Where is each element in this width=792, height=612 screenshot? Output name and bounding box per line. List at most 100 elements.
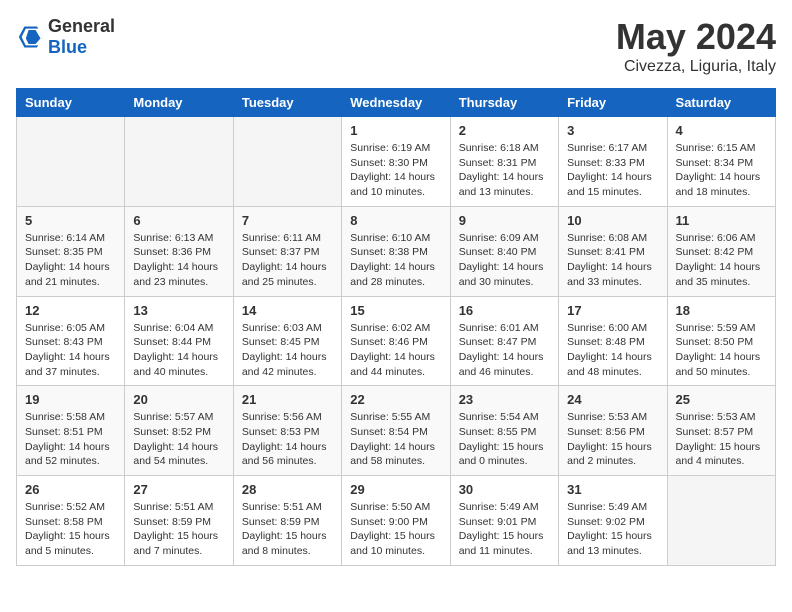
day-info: Sunrise: 6:03 AMSunset: 8:45 PMDaylight:… xyxy=(242,321,333,380)
day-info: Sunrise: 5:54 AMSunset: 8:55 PMDaylight:… xyxy=(459,410,550,469)
day-info: Sunrise: 6:06 AMSunset: 8:42 PMDaylight:… xyxy=(676,231,767,290)
day-info: Sunrise: 5:53 AMSunset: 8:57 PMDaylight:… xyxy=(676,410,767,469)
day-info: Sunrise: 5:50 AMSunset: 9:00 PMDaylight:… xyxy=(350,500,441,559)
calendar-cell: 31 Sunrise: 5:49 AMSunset: 9:02 PMDayligh… xyxy=(559,476,667,566)
day-info: Sunrise: 6:17 AMSunset: 8:33 PMDaylight:… xyxy=(567,141,658,200)
day-info: Sunrise: 5:51 AMSunset: 8:59 PMDaylight:… xyxy=(242,500,333,559)
calendar-cell: 3 Sunrise: 6:17 AMSunset: 8:33 PMDaylight… xyxy=(559,117,667,207)
day-number: 31 xyxy=(567,482,658,497)
day-number: 11 xyxy=(676,213,767,228)
page-header: General Blue May 2024 Civezza, Liguria, … xyxy=(16,16,776,76)
day-info: Sunrise: 6:18 AMSunset: 8:31 PMDaylight:… xyxy=(459,141,550,200)
calendar-cell: 30 Sunrise: 5:49 AMSunset: 9:01 PMDayligh… xyxy=(450,476,558,566)
day-number: 28 xyxy=(242,482,333,497)
calendar-cell: 4 Sunrise: 6:15 AMSunset: 8:34 PMDaylight… xyxy=(667,117,775,207)
day-number: 14 xyxy=(242,303,333,318)
calendar-cell: 25 Sunrise: 5:53 AMSunset: 8:57 PMDayligh… xyxy=(667,386,775,476)
calendar-cell: 14 Sunrise: 6:03 AMSunset: 8:45 PMDayligh… xyxy=(233,296,341,386)
day-number: 23 xyxy=(459,392,550,407)
calendar-cell: 20 Sunrise: 5:57 AMSunset: 8:52 PMDayligh… xyxy=(125,386,233,476)
calendar-cell: 13Sunrise: 6:04 AMSunset: 8:44 PMDayligh… xyxy=(125,296,233,386)
calendar-cell: 10Sunrise: 6:08 AMSunset: 8:41 PMDayligh… xyxy=(559,206,667,296)
day-info: Sunrise: 6:02 AMSunset: 8:46 PMDaylight:… xyxy=(350,321,441,380)
calendar-week-row: 1Sunrise: 6:19 AMSunset: 8:30 PMDaylight… xyxy=(17,117,776,207)
calendar-cell: 19Sunrise: 5:58 AMSunset: 8:51 PMDayligh… xyxy=(17,386,125,476)
calendar-cell: 2 Sunrise: 6:18 AMSunset: 8:31 PMDaylight… xyxy=(450,117,558,207)
day-number: 15 xyxy=(350,303,441,318)
calendar-cell: 9Sunrise: 6:09 AMSunset: 8:40 PMDaylight… xyxy=(450,206,558,296)
calendar-cell xyxy=(17,117,125,207)
calendar-cell: 26Sunrise: 5:52 AMSunset: 8:58 PMDayligh… xyxy=(17,476,125,566)
logo: General Blue xyxy=(16,16,115,58)
day-info: Sunrise: 5:51 AMSunset: 8:59 PMDaylight:… xyxy=(133,500,224,559)
day-info: Sunrise: 5:56 AMSunset: 8:53 PMDaylight:… xyxy=(242,410,333,469)
day-info: Sunrise: 6:04 AMSunset: 8:44 PMDaylight:… xyxy=(133,321,224,380)
day-number: 3 xyxy=(567,123,658,138)
calendar-cell: 16Sunrise: 6:01 AMSunset: 8:47 PMDayligh… xyxy=(450,296,558,386)
day-info: Sunrise: 5:59 AMSunset: 8:50 PMDaylight:… xyxy=(676,321,767,380)
day-number: 30 xyxy=(459,482,550,497)
logo-blue-text: Blue xyxy=(48,37,87,57)
calendar-cell: 17 Sunrise: 6:00 AMSunset: 8:48 PMDayligh… xyxy=(559,296,667,386)
calendar-cell: 5Sunrise: 6:14 AMSunset: 8:35 PMDaylight… xyxy=(17,206,125,296)
generalblue-logo-icon xyxy=(16,23,44,51)
calendar-week-row: 12Sunrise: 6:05 AMSunset: 8:43 PMDayligh… xyxy=(17,296,776,386)
day-info: Sunrise: 6:13 AMSunset: 8:36 PMDaylight:… xyxy=(133,231,224,290)
day-number: 29 xyxy=(350,482,441,497)
weekday-header-tuesday: Tuesday xyxy=(233,89,341,117)
calendar-cell: 15 Sunrise: 6:02 AMSunset: 8:46 PMDayligh… xyxy=(342,296,450,386)
day-info: Sunrise: 5:49 AMSunset: 9:01 PMDaylight:… xyxy=(459,500,550,559)
day-number: 25 xyxy=(676,392,767,407)
day-info: Sunrise: 5:52 AMSunset: 8:58 PMDaylight:… xyxy=(25,500,116,559)
day-info: Sunrise: 5:49 AMSunset: 9:02 PMDaylight:… xyxy=(567,500,658,559)
day-info: Sunrise: 5:57 AMSunset: 8:52 PMDaylight:… xyxy=(133,410,224,469)
calendar-cell xyxy=(125,117,233,207)
day-number: 4 xyxy=(676,123,767,138)
day-number: 27 xyxy=(133,482,224,497)
day-info: Sunrise: 6:15 AMSunset: 8:34 PMDaylight:… xyxy=(676,141,767,200)
calendar-cell xyxy=(233,117,341,207)
calendar-cell: 24Sunrise: 5:53 AMSunset: 8:56 PMDayligh… xyxy=(559,386,667,476)
calendar-week-row: 26Sunrise: 5:52 AMSunset: 8:58 PMDayligh… xyxy=(17,476,776,566)
calendar-cell: 23 Sunrise: 5:54 AMSunset: 8:55 PMDayligh… xyxy=(450,386,558,476)
day-number: 12 xyxy=(25,303,116,318)
calendar-cell: 11 Sunrise: 6:06 AMSunset: 8:42 PMDayligh… xyxy=(667,206,775,296)
location-title: Civezza, Liguria, Italy xyxy=(616,58,776,76)
day-info: Sunrise: 5:55 AMSunset: 8:54 PMDaylight:… xyxy=(350,410,441,469)
calendar-week-row: 5Sunrise: 6:14 AMSunset: 8:35 PMDaylight… xyxy=(17,206,776,296)
day-info: Sunrise: 5:58 AMSunset: 8:51 PMDaylight:… xyxy=(25,410,116,469)
day-number: 6 xyxy=(133,213,224,228)
calendar-cell: 29 Sunrise: 5:50 AMSunset: 9:00 PMDayligh… xyxy=(342,476,450,566)
day-number: 20 xyxy=(133,392,224,407)
calendar-cell: 1Sunrise: 6:19 AMSunset: 8:30 PMDaylight… xyxy=(342,117,450,207)
day-info: Sunrise: 6:00 AMSunset: 8:48 PMDaylight:… xyxy=(567,321,658,380)
title-block: May 2024 Civezza, Liguria, Italy xyxy=(616,16,776,76)
calendar-cell: 27 Sunrise: 5:51 AMSunset: 8:59 PMDayligh… xyxy=(125,476,233,566)
weekday-header-saturday: Saturday xyxy=(667,89,775,117)
calendar-cell xyxy=(667,476,775,566)
calendar-cell: 21 Sunrise: 5:56 AMSunset: 8:53 PMDayligh… xyxy=(233,386,341,476)
calendar-cell: 22 Sunrise: 5:55 AMSunset: 8:54 PMDayligh… xyxy=(342,386,450,476)
calendar-week-row: 19Sunrise: 5:58 AMSunset: 8:51 PMDayligh… xyxy=(17,386,776,476)
day-number: 5 xyxy=(25,213,116,228)
day-number: 9 xyxy=(459,213,550,228)
weekday-header-row: SundayMondayTuesdayWednesdayThursdayFrid… xyxy=(17,89,776,117)
day-info: Sunrise: 6:19 AMSunset: 8:30 PMDaylight:… xyxy=(350,141,441,200)
day-number: 18 xyxy=(676,303,767,318)
day-number: 17 xyxy=(567,303,658,318)
day-number: 10 xyxy=(567,213,658,228)
logo-general-text: General xyxy=(48,16,115,36)
month-title: May 2024 xyxy=(616,16,776,58)
day-number: 2 xyxy=(459,123,550,138)
day-number: 8 xyxy=(350,213,441,228)
weekday-header-wednesday: Wednesday xyxy=(342,89,450,117)
day-info: Sunrise: 5:53 AMSunset: 8:56 PMDaylight:… xyxy=(567,410,658,469)
calendar-cell: 18 Sunrise: 5:59 AMSunset: 8:50 PMDayligh… xyxy=(667,296,775,386)
calendar-body: 1Sunrise: 6:19 AMSunset: 8:30 PMDaylight… xyxy=(17,117,776,566)
day-info: Sunrise: 6:10 AMSunset: 8:38 PMDaylight:… xyxy=(350,231,441,290)
day-number: 21 xyxy=(242,392,333,407)
calendar-cell: 7Sunrise: 6:11 AMSunset: 8:37 PMDaylight… xyxy=(233,206,341,296)
day-number: 16 xyxy=(459,303,550,318)
day-number: 22 xyxy=(350,392,441,407)
weekday-header-friday: Friday xyxy=(559,89,667,117)
